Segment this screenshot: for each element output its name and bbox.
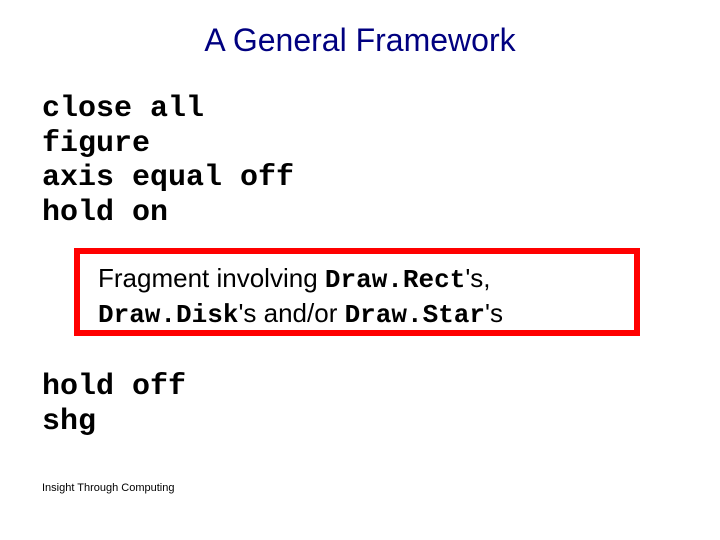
- slide-title: A General Framework: [0, 22, 720, 59]
- fragment-drawdisk: Draw.Disk: [98, 300, 238, 330]
- code-block-top: close all figure axis equal off hold on: [42, 92, 294, 230]
- fragment-drawstar: Draw.Star: [345, 300, 485, 330]
- fragment-line-2: Draw.Disk's and/or Draw.Star's: [98, 297, 616, 332]
- fragment-post3: 's: [485, 298, 503, 328]
- code-block-bottom: hold off shg: [42, 370, 186, 439]
- fragment-andor: and/or: [264, 298, 345, 328]
- fragment-mid2: 's: [238, 298, 263, 328]
- fragment-line-1: Fragment involving Draw.Rect's,: [98, 262, 616, 297]
- fragment-pre1: Fragment involving: [98, 263, 325, 293]
- footer-text: Insight Through Computing: [42, 482, 175, 494]
- fragment-post1: 's,: [465, 263, 490, 293]
- fragment-box: Fragment involving Draw.Rect's, Draw.Dis…: [74, 248, 640, 336]
- fragment-drawrect: Draw.Rect: [325, 265, 465, 295]
